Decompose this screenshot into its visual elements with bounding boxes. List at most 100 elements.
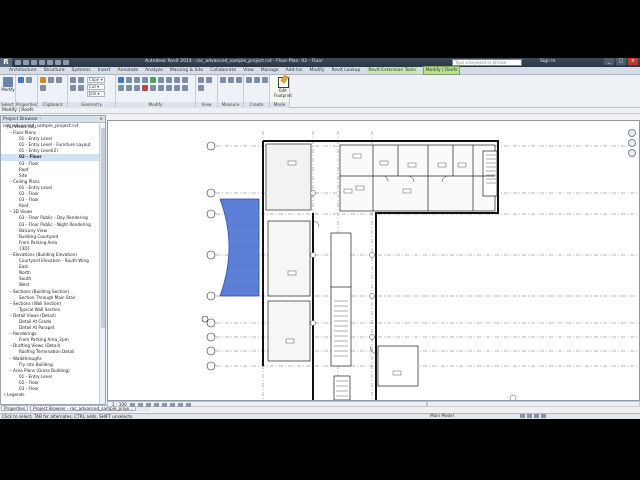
copy-element-icon[interactable] — [158, 77, 164, 83]
ribbon-tab[interactable]: Insert — [97, 68, 112, 73]
edit-footprint-button[interactable]: Edit Footprint — [272, 77, 294, 98]
close-button[interactable]: × — [628, 58, 638, 65]
paste-icon[interactable] — [40, 77, 46, 83]
ribbon-tab[interactable]: Revit Extension Tools — [366, 67, 418, 74]
ribbon-tab[interactable]: Architecture — [8, 68, 38, 73]
browser-scroll-thumb[interactable] — [101, 128, 105, 328]
scale-icon[interactable] — [118, 85, 124, 91]
browser-scrollbar[interactable] — [99, 124, 105, 404]
array-icon[interactable] — [126, 85, 132, 91]
shadows-icon[interactable] — [153, 402, 159, 407]
reveal-hidden-icon[interactable] — [185, 402, 191, 407]
ribbon-tab[interactable]: Systems — [71, 68, 92, 73]
3d-view-icon[interactable] — [63, 60, 69, 65]
match-properties-icon[interactable] — [40, 85, 46, 91]
save-icon[interactable] — [23, 60, 29, 65]
properties-tab[interactable]: Properties — [1, 405, 29, 411]
join-icon[interactable] — [70, 85, 76, 91]
tree-item-label: 01 - Entry Level — [19, 184, 53, 190]
offset-icon[interactable] — [126, 77, 132, 83]
filter-icon[interactable] — [541, 414, 546, 418]
ribbon-tab[interactable]: Add-Ins — [285, 68, 304, 73]
cut-icon[interactable] — [48, 77, 54, 83]
ribbon-tab[interactable]: Manage — [260, 68, 280, 73]
align-icon[interactable] — [118, 77, 124, 83]
print-icon[interactable] — [47, 60, 53, 65]
view-scale[interactable]: 1 : 100 — [112, 402, 127, 407]
mirror-axis-icon[interactable] — [134, 77, 140, 83]
hide-element-icon[interactable] — [198, 77, 204, 83]
project-browser-header: Project Browser - rac_advanced_sample_pr… — [1, 116, 105, 129]
detail-level-icon[interactable] — [129, 402, 135, 407]
project-browser-close-icon[interactable]: × — [99, 116, 105, 122]
pan-icon[interactable] — [628, 149, 636, 157]
ribbon-tab[interactable]: View — [242, 68, 255, 73]
cope-icon[interactable] — [70, 77, 76, 83]
aligned-dimension-icon[interactable] — [236, 77, 242, 83]
rotate-icon[interactable] — [166, 77, 172, 83]
cut-dropdown[interactable]: Cut ▾ — [87, 84, 105, 90]
pin-icon[interactable] — [134, 85, 140, 91]
type-properties-icon[interactable] — [26, 77, 32, 83]
move-icon[interactable] — [150, 77, 156, 83]
steering-wheel-icon[interactable] — [628, 129, 636, 137]
override-graphics-icon[interactable] — [206, 77, 212, 83]
ribbon-tab[interactable]: Structure — [43, 68, 66, 73]
sign-in-link[interactable]: Sign In — [540, 59, 555, 64]
ribbon-tab[interactable]: Revit Lookup — [330, 68, 361, 73]
measure-distance-icon[interactable] — [220, 77, 226, 83]
ribbon-tab[interactable]: Collaborate — [209, 68, 237, 73]
visual-style-icon[interactable] — [137, 402, 143, 407]
linework-icon[interactable] — [198, 85, 204, 91]
crop-view-icon[interactable] — [161, 402, 167, 407]
undo-icon[interactable] — [31, 60, 37, 65]
tree-item-label: Detail Views (Detail) — [13, 312, 56, 318]
ribbon-tab[interactable]: Modify | Roofs — [422, 66, 461, 75]
ribbon-tab[interactable]: Massing & Site — [169, 68, 204, 73]
sun-path-icon[interactable] — [145, 402, 151, 407]
maximize-button[interactable]: □ — [616, 58, 626, 65]
tree-item[interactable]: 03 - Floor Public - Night Rendering — [1, 222, 99, 228]
properties-icon[interactable] — [18, 77, 24, 83]
zoom-icon[interactable] — [628, 139, 636, 147]
measure-along-icon[interactable] — [228, 77, 234, 83]
minimize-button[interactable]: _ — [604, 58, 614, 65]
worksets-icon[interactable] — [520, 414, 525, 418]
mirror-draw-icon[interactable] — [142, 77, 148, 83]
trim-multiple-icon[interactable] — [174, 85, 180, 91]
create-group-icon[interactable] — [262, 77, 268, 83]
tree-item-label: Renderings — [13, 331, 37, 337]
design-options-icon[interactable] — [527, 414, 532, 418]
split-face-icon[interactable] — [78, 85, 84, 91]
select-links-icon[interactable] — [534, 414, 539, 418]
show-crop-icon[interactable] — [169, 402, 175, 407]
lock-icon[interactable] — [182, 85, 188, 91]
drawing-canvas[interactable] — [107, 120, 640, 401]
open-icon[interactable] — [15, 60, 21, 65]
create-parts-icon[interactable] — [254, 77, 260, 83]
split-gap-icon[interactable] — [166, 85, 172, 91]
ribbon-tab[interactable]: Annotate — [117, 68, 140, 73]
split-icon[interactable] — [182, 77, 188, 83]
app-menu-button[interactable]: R — [0, 58, 12, 67]
copy-icon[interactable] — [56, 77, 62, 83]
canvas-horizontal-scrollbar[interactable] — [427, 401, 640, 407]
cope-dropdown[interactable]: Cope ▾ — [87, 77, 105, 83]
create-assembly-icon[interactable] — [246, 77, 252, 83]
tree-item[interactable]: +Legends — [1, 392, 99, 398]
extend-icon[interactable] — [158, 85, 164, 91]
trim-icon[interactable] — [174, 77, 180, 83]
tree-item-label: 03 - Floor — [19, 197, 39, 203]
redo-icon[interactable] — [39, 60, 45, 65]
ribbon-tab[interactable]: Analyze — [144, 68, 164, 73]
help-search-input[interactable]: Type a keyword or phrase — [452, 59, 522, 66]
join-dropdown[interactable]: Join ▾ — [87, 91, 105, 97]
measure-icon[interactable] — [55, 60, 61, 65]
ribbon-tab[interactable]: Modify — [309, 68, 326, 73]
delete-icon[interactable] — [142, 85, 148, 91]
tree-item-label: Area Plans (Gross Building) — [13, 367, 70, 373]
unpin-icon[interactable] — [150, 85, 156, 91]
modify-tool[interactable]: Modify — [1, 77, 15, 94]
cut-geometry-icon[interactable] — [78, 77, 84, 83]
temporary-hide-icon[interactable] — [177, 402, 183, 407]
